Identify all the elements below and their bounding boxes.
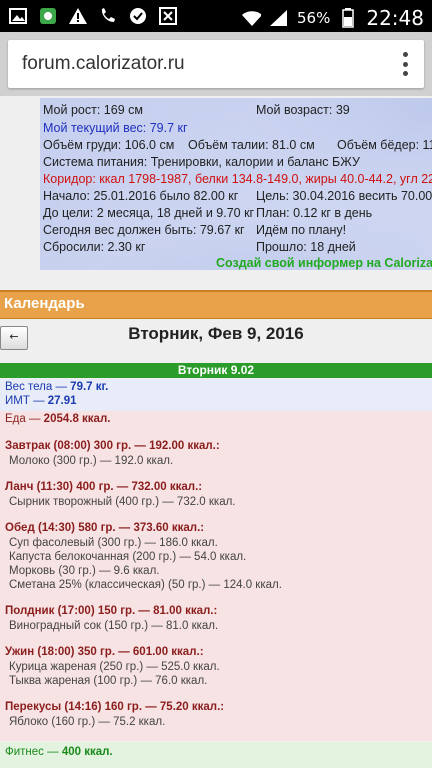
signal-icon (269, 8, 289, 28)
warning-icon (68, 6, 88, 26)
fitness-label: Фитнес — (5, 746, 62, 758)
food-label: Еда — (5, 413, 44, 425)
weight-informer[interactable]: Мой рост: 169 см Мой возраст: 39 Мой тек… (40, 98, 432, 270)
weight-label: Вес тела — (5, 381, 71, 393)
food-total: 2054.8 ккал. (43, 413, 111, 425)
food-log: Еда — 2054.8 ккал. Завтрак (08:00) 300 г… (0, 411, 432, 741)
hips-stat: Объём бёдер: 113 (337, 138, 432, 152)
current-weight-stat: Мой текущий вес: 79.7 кг (43, 121, 188, 135)
calendar-title: Календарь (4, 295, 85, 312)
battery-percent: 56% (297, 9, 331, 27)
fitness-value: 400 ккал. (61, 746, 113, 758)
weight-value: 79.7 кг. (70, 381, 109, 393)
corridor-stat: Коридор: ккал 1798-1987, белки 134.8-149… (43, 172, 432, 186)
gallery-icon (8, 6, 28, 26)
address-bar[interactable]: forum.calorizator.ru (8, 40, 424, 88)
date-title: Вторник, Фев 9, 2016 (128, 324, 304, 343)
meal-title: Полдник (17:00) 150 гр. — 81.00 ккал.: (5, 605, 218, 617)
meal-item: Курица жареная (250 гр.) — 525.0 ккал. (9, 661, 220, 673)
age-stat: Мой возраст: 39 (256, 103, 350, 117)
meal-item: Суп фасолевый (300 гр.) — 186.0 ккал. (9, 537, 218, 549)
meal-title: Ужин (18:00) 350 гр. — 601.00 ккал.: (5, 646, 204, 658)
battery-icon (338, 8, 358, 28)
meal-item: Яблоко (160 гр.) — 75.2 ккал. (9, 716, 166, 728)
meal-item: Сметана 25% (классическая) (50 гр.) — 12… (9, 579, 282, 591)
meal-item: Виноградный сок (150 гр.) — 81.0 ккал. (9, 620, 219, 632)
meal-title: Перекусы (14:16) 160 гр. — 75.20 ккал.: (5, 701, 225, 713)
lost-stat: Сбросили: 2.30 кг (43, 240, 146, 254)
to-goal-stat: До цели: 2 месяца, 18 дней и 9.70 кг (43, 206, 255, 220)
clock: 22:48 (366, 6, 424, 30)
plan-stat: План: 0.12 кг в день (256, 206, 373, 220)
nutrition-system: Система питания: Тренировки, калории и б… (43, 155, 360, 169)
start-stat: Начало: 25.01.2016 было 82.00 кг (43, 189, 239, 203)
browser-toolbar: forum.calorizator.ru (0, 32, 432, 96)
url-text[interactable]: forum.calorizator.ru (22, 53, 185, 75)
bmi-label: ИМТ — (5, 395, 48, 407)
meal-title: Ланч (11:30) 400 гр. — 732.00 ккал.: (5, 481, 203, 493)
day-label: Вторник 9.02 (0, 363, 432, 378)
fitness-row: Фитнес — 400 ккал. (0, 742, 432, 768)
check-circle-icon (128, 6, 148, 26)
meal-item: Морковь (30 гр.) — 9.6 ккал. (9, 565, 160, 577)
meal-item: Тыква жареная (100 гр.) — 76.0 ккал. (9, 675, 208, 687)
should-weigh-stat: Сегодня вес должен быть: 79.67 кг (43, 223, 245, 237)
chest-stat: Объём груди: 106.0 см (43, 138, 175, 152)
meal-title: Завтрак (08:00) 300 гр. — 192.00 ккал.: (5, 440, 220, 452)
close-box-icon (158, 6, 178, 26)
bmi-value: 27.91 (47, 395, 77, 407)
passed-stat: Прошло: 18 дней (256, 240, 356, 254)
menu-dots-icon[interactable] (400, 52, 410, 76)
meal-item: Сырник творожный (400 гр.) — 732.0 ккал. (9, 496, 236, 508)
wifi-call-icon (98, 6, 118, 26)
height-stat: Мой рост: 169 см (43, 103, 143, 117)
meal-item: Капуста белокочанная (200 гр.) — 54.0 кк… (9, 551, 247, 563)
page-content: Мой рост: 169 см Мой возраст: 39 Мой тек… (0, 96, 432, 768)
wifi-icon (241, 8, 262, 28)
body-stats: Вес тела — 79.7 кг. ИМТ — 27.91 (0, 379, 432, 411)
status-bar: 56% 22:48 (0, 0, 432, 32)
meal-title: Обед (14:30) 580 гр. — 373.60 ккал.: (5, 522, 205, 534)
meal-item: Молоко (300 гр.) — 192.0 ккал. (9, 455, 174, 467)
create-informer-link[interactable]: Создай свой информер на Calorizat (216, 256, 432, 270)
app-notification-icon (38, 6, 58, 26)
calendar-header: Календарь (0, 290, 432, 319)
waist-stat: Объём талии: 81.0 см (188, 138, 315, 152)
goal-stat: Цель: 30.04.2016 весить 70.00 кг (256, 189, 432, 203)
on-plan-status: Идём по плану! (256, 223, 347, 237)
